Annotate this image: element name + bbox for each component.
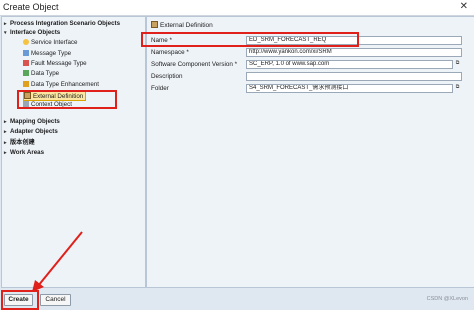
annotation-arrow — [32, 231, 83, 292]
